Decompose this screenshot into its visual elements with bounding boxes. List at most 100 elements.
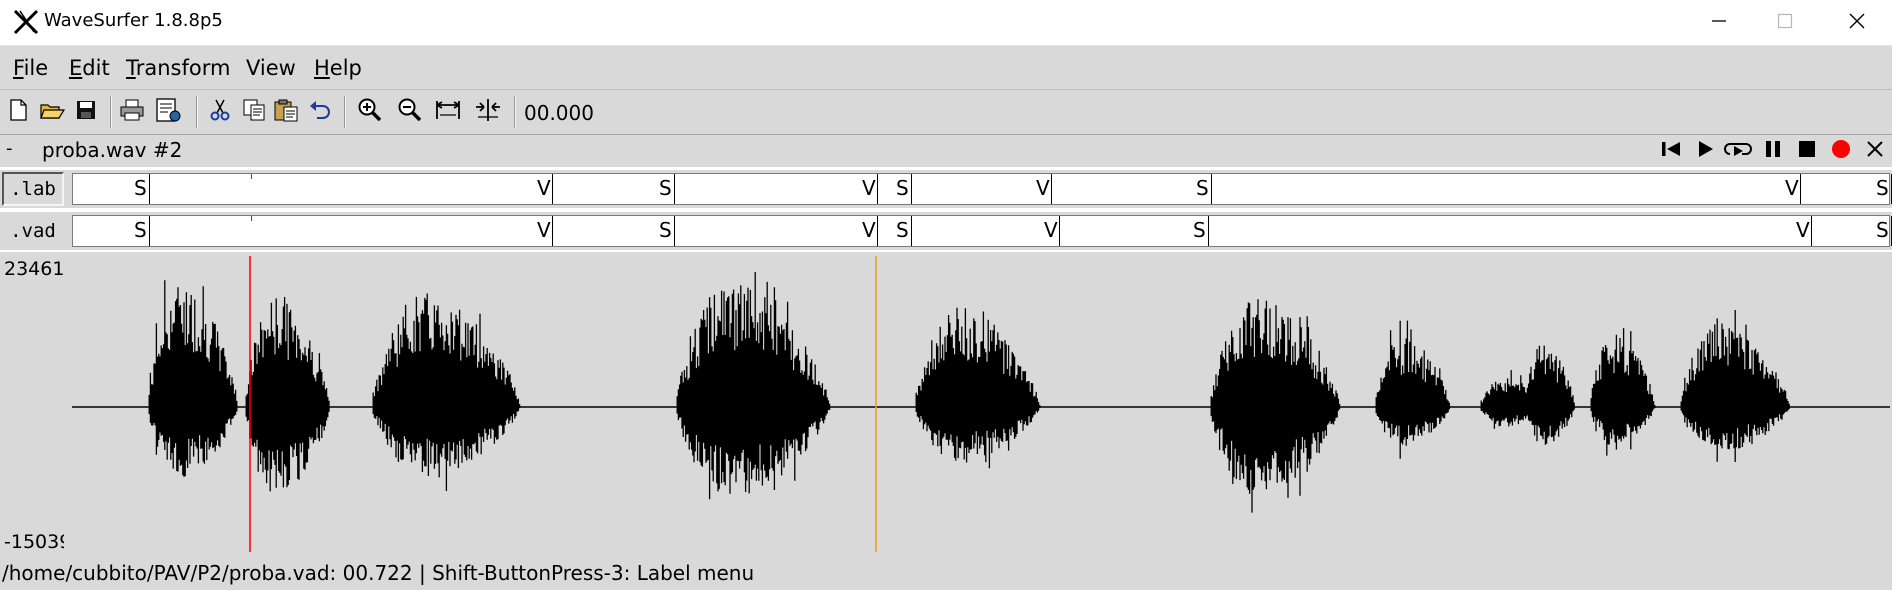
label-boundary[interactable] — [552, 174, 553, 204]
cursor-tick — [251, 174, 252, 179]
segment-label[interactable]: S — [896, 218, 909, 242]
segment-label[interactable]: V — [537, 176, 551, 200]
skip-to-start-icon — [1660, 139, 1682, 163]
label-boundary[interactable] — [1059, 216, 1060, 246]
segment-label[interactable]: S — [1193, 218, 1206, 242]
vad-label-track[interactable]: SVSVSVSVS — [72, 215, 1892, 247]
vad-pane: .vad SVSVSVSVS — [0, 212, 1892, 250]
time-display: 00.000 — [524, 101, 594, 125]
lab-pane: .lab SVSVSVSVS — [0, 170, 1892, 208]
save-button[interactable] — [72, 98, 100, 126]
new-file-button[interactable] — [4, 98, 32, 126]
properties-button[interactable] — [154, 98, 182, 126]
lab-pane-name[interactable]: .lab — [2, 172, 64, 206]
cut-icon — [209, 98, 231, 126]
cursor-tick — [251, 216, 252, 221]
label-boundary[interactable] — [911, 216, 912, 246]
waveform-plot[interactable] — [0, 252, 1892, 558]
label-boundary[interactable] — [1811, 216, 1812, 246]
menu-file[interactable]: File — [13, 56, 48, 80]
segment-label[interactable]: S — [659, 218, 672, 242]
menu-edit[interactable]: Edit — [69, 56, 110, 80]
label-boundary[interactable] — [1800, 174, 1801, 204]
menu-help[interactable]: Help — [314, 56, 362, 80]
play-button[interactable] — [1692, 138, 1718, 164]
cut-button[interactable] — [206, 98, 234, 126]
zoom-in-button[interactable] — [356, 98, 384, 126]
zoom-fit-button[interactable] — [434, 98, 462, 126]
pause-button[interactable] — [1760, 138, 1786, 164]
record-button[interactable] — [1828, 138, 1854, 164]
copy-icon — [242, 98, 266, 126]
menu-bar: File Edit Transform View Help — [0, 45, 1892, 90]
lab-label-track[interactable]: SVSVSVSVS — [72, 173, 1892, 205]
segment-label[interactable]: S — [1196, 176, 1209, 200]
label-boundary[interactable] — [674, 216, 675, 246]
label-boundary[interactable] — [674, 174, 675, 204]
sound-title: proba.wav #2 — [42, 138, 183, 162]
collapse-button[interactable]: - — [6, 138, 13, 159]
maximize-icon — [1777, 13, 1793, 33]
undo-button[interactable] — [306, 98, 334, 126]
x-logo-icon — [12, 8, 40, 36]
status-text: /home/cubbito/PAV/P2/proba.vad: 00.722 |… — [2, 561, 755, 585]
segment-label[interactable]: V — [862, 218, 876, 242]
waveform-pane[interactable]: 23461 -15039 — [0, 252, 1892, 558]
label-boundary[interactable] — [149, 174, 150, 204]
menu-view[interactable]: View — [246, 56, 296, 80]
window-title: WaveSurfer 1.8.8p5 — [44, 10, 223, 31]
paste-icon — [273, 98, 299, 126]
close-icon — [1865, 139, 1885, 163]
stop-button[interactable] — [1794, 138, 1820, 164]
open-file-button[interactable] — [38, 98, 66, 126]
label-boundary[interactable] — [1211, 174, 1212, 204]
segment-label[interactable]: S — [659, 176, 672, 200]
zoom-out-button[interactable] — [396, 98, 424, 126]
waveform-signal — [148, 272, 1790, 513]
record-icon — [1830, 138, 1852, 164]
close-button[interactable] — [1822, 0, 1892, 45]
toolbar-separator — [514, 96, 516, 128]
minimize-button[interactable] — [1684, 0, 1754, 45]
label-boundary[interactable] — [1051, 174, 1052, 204]
maximize-button[interactable] — [1750, 0, 1820, 45]
label-boundary[interactable] — [149, 216, 150, 246]
zoom-in-icon — [357, 97, 383, 127]
loop-play-button[interactable] — [1724, 138, 1752, 164]
close-sound-button[interactable] — [1862, 138, 1888, 164]
menu-transform[interactable]: Transform — [126, 56, 230, 80]
label-boundary[interactable] — [911, 174, 912, 204]
segment-label[interactable]: V — [1785, 176, 1799, 200]
segment-label[interactable]: V — [537, 218, 551, 242]
zoom-out-icon — [397, 97, 423, 127]
segment-label[interactable]: V — [1796, 218, 1810, 242]
print-button[interactable] — [118, 98, 146, 126]
segment-label[interactable]: V — [1044, 218, 1058, 242]
paste-button[interactable] — [272, 98, 300, 126]
minimize-icon — [1711, 13, 1727, 33]
properties-icon — [154, 97, 182, 127]
label-boundary[interactable] — [1208, 216, 1209, 246]
segment-label[interactable]: S — [896, 176, 909, 200]
new-file-icon — [7, 98, 29, 126]
label-boundary[interactable] — [877, 216, 878, 246]
title-bar: WaveSurfer 1.8.8p5 — [0, 0, 1892, 45]
print-icon — [119, 98, 145, 126]
segment-label[interactable]: S — [134, 176, 147, 200]
segment-label[interactable]: V — [1036, 176, 1050, 200]
segment-label[interactable]: S — [1876, 218, 1889, 242]
toolbar-separator — [196, 96, 198, 128]
skip-to-start-button[interactable] — [1658, 138, 1684, 164]
label-boundary[interactable] — [877, 174, 878, 204]
zoom-fit-icon — [434, 97, 462, 127]
stop-icon — [1797, 139, 1817, 163]
pause-icon — [1763, 139, 1783, 163]
segment-label[interactable]: S — [1876, 176, 1889, 200]
segment-label[interactable]: S — [134, 218, 147, 242]
zoom-selection-button[interactable] — [474, 98, 502, 126]
label-boundary[interactable] — [552, 216, 553, 246]
copy-button[interactable] — [240, 98, 268, 126]
segment-label[interactable]: V — [862, 176, 876, 200]
toolbar: 00.000 — [0, 90, 1892, 135]
vad-pane-name[interactable]: .vad — [2, 214, 64, 248]
